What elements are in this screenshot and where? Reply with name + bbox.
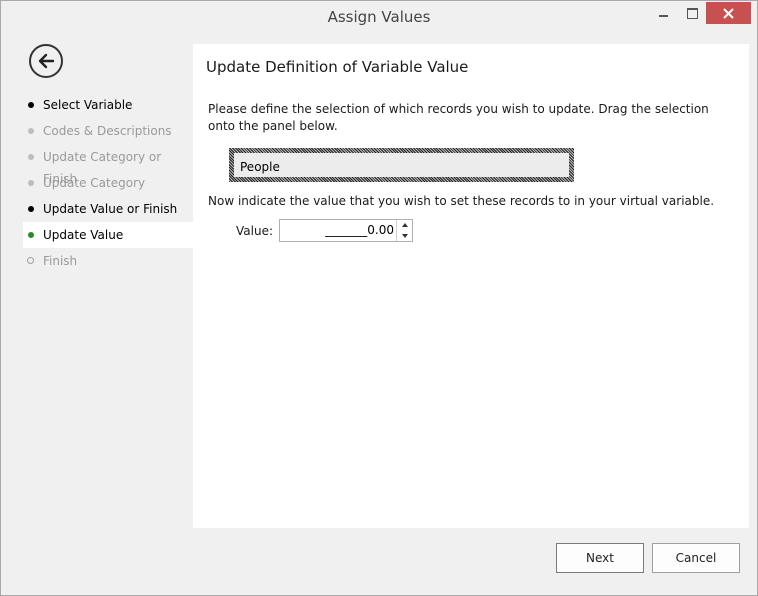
wizard-steps: Select Variable Codes & Descriptions Upd… xyxy=(23,92,193,274)
spin-buttons xyxy=(396,220,412,241)
value-instruction: Now indicate the value that you wish to … xyxy=(208,194,715,208)
step-bullet-icon xyxy=(28,128,34,134)
step-update-category-or-finish: Update Category or Finish xyxy=(23,144,193,186)
back-arrow-icon[interactable] xyxy=(29,44,63,78)
value-stepper[interactable]: _______0.00 xyxy=(279,219,413,242)
step-label: Select Variable xyxy=(43,98,133,112)
window-title: Assign Values xyxy=(327,8,431,26)
step-bullet-icon xyxy=(28,206,34,212)
title-bar[interactable]: Assign Values xyxy=(1,1,757,33)
cancel-button[interactable]: Cancel xyxy=(652,543,740,573)
value-label: Value: xyxy=(236,224,273,238)
step-label: Update Value xyxy=(43,228,124,242)
step-label: Update Value or Finish xyxy=(43,202,178,216)
step-bullet-icon xyxy=(28,232,34,238)
assign-values-window: Assign Values Select Variable Codes & De… xyxy=(0,0,758,596)
step-update-category: Update Category xyxy=(23,170,193,196)
value-input[interactable]: _______0.00 xyxy=(280,220,396,241)
next-button[interactable]: Next xyxy=(556,543,644,573)
decrement-icon[interactable] xyxy=(397,231,412,241)
step-circle-icon xyxy=(27,257,34,264)
step-finish: Finish xyxy=(23,248,193,274)
selection-drop-panel[interactable]: People xyxy=(229,148,574,182)
step-update-value[interactable]: Update Value xyxy=(23,222,193,248)
step-bullet-icon xyxy=(28,154,34,160)
close-icon[interactable] xyxy=(706,2,751,24)
increment-icon[interactable] xyxy=(397,220,412,230)
wizard-content: Update Definition of Variable Value Plea… xyxy=(193,44,749,528)
wizard-sidebar: Select Variable Codes & Descriptions Upd… xyxy=(10,44,193,528)
step-select-variable[interactable]: Select Variable xyxy=(23,92,193,118)
selection-instruction: Please define the selection of which rec… xyxy=(208,102,709,133)
minimize-icon[interactable] xyxy=(647,2,677,24)
step-update-value-or-finish[interactable]: Update Value or Finish xyxy=(23,196,193,222)
step-label: Update Category xyxy=(43,176,146,190)
selection-label: People xyxy=(240,160,280,174)
step-label: Codes & Descriptions xyxy=(43,124,172,138)
step-bullet-icon xyxy=(28,102,34,108)
maximize-icon[interactable] xyxy=(678,2,705,24)
step-label: Finish xyxy=(43,254,78,268)
step-bullet-icon xyxy=(28,180,34,186)
page-title: Update Definition of Variable Value xyxy=(206,58,469,76)
step-codes-descriptions: Codes & Descriptions xyxy=(23,118,193,144)
